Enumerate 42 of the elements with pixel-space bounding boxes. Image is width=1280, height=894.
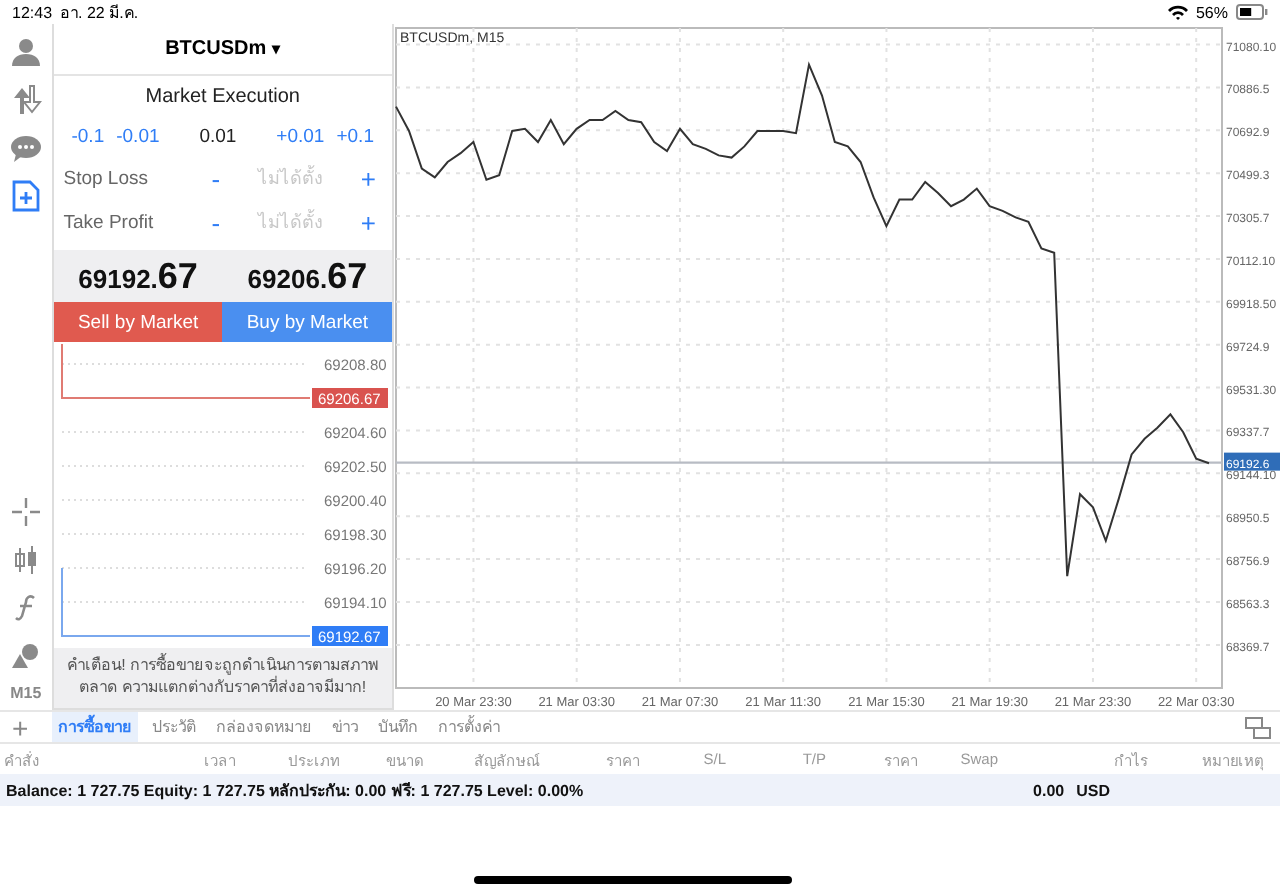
shapes-icon (9, 642, 42, 670)
level-label: Take Profit (63, 211, 156, 233)
execution-mode: Market Execution (143, 84, 302, 112)
currency: USD (1076, 781, 1110, 799)
battery-percent: 56% (1195, 3, 1228, 21)
total-profit: 0.00 (1033, 781, 1065, 799)
battery-icon (1236, 4, 1268, 20)
decrease-button[interactable]: - (203, 207, 229, 237)
tab[interactable]: การซื้อขาย (52, 712, 139, 742)
layout-icon[interactable] (1244, 715, 1272, 739)
candlestick-icon (11, 546, 40, 574)
increase-button[interactable]: + (352, 207, 384, 237)
volume-step-button[interactable]: +0.1 (330, 125, 380, 147)
function-icon (13, 594, 38, 622)
balance-summary: Balance: 1 727.75 Equity: 1 727.75 หลักประกัน: 0.00 ฟรี: 1 727.75 Level: 0.00% (6, 779, 586, 803)
ask-price: 69206.67 (245, 255, 370, 297)
tab[interactable]: ข่าว (326, 712, 365, 742)
buy-button[interactable]: Buy by Market (222, 302, 393, 342)
volume-step-button[interactable]: -0.1 (65, 125, 111, 147)
arrows-icon (9, 84, 42, 116)
timeframe-button[interactable]: M15 (10, 684, 42, 702)
volume-step-button[interactable]: -0.01 (110, 125, 166, 147)
tab[interactable]: บันทึก (372, 712, 425, 742)
tab[interactable]: การตั้งค่า (432, 712, 507, 742)
document-plus-icon (11, 180, 40, 212)
increase-button[interactable]: + (352, 163, 384, 193)
bid-price: 69192.67 (76, 255, 200, 297)
add-button[interactable]: + (8, 713, 45, 741)
tab[interactable]: กล่องจดหมาย (210, 712, 319, 742)
wifi-icon (1167, 4, 1188, 20)
volume-value: 0.01 (199, 125, 237, 147)
warning-text: คำเตือน! การซื้อขายจะถูกดำเนินการตามสภาพตลาด ความแตกต่างกับราคาที่ส่งอาจมีมาก! (53, 648, 392, 708)
volume-step-button[interactable]: +0.01 (270, 125, 331, 147)
sell-button[interactable]: Sell by Market (53, 302, 223, 342)
level-label: Stop Loss (63, 167, 150, 189)
decrease-button[interactable]: - (203, 163, 229, 193)
person-icon (9, 36, 42, 68)
tab[interactable]: ประวัติ (146, 712, 203, 742)
crosshair-icon (11, 498, 40, 526)
date: อา. 22 มี.ค. (60, 1, 139, 25)
chat-icon (9, 133, 42, 163)
clock: 12:43 (12, 3, 53, 21)
